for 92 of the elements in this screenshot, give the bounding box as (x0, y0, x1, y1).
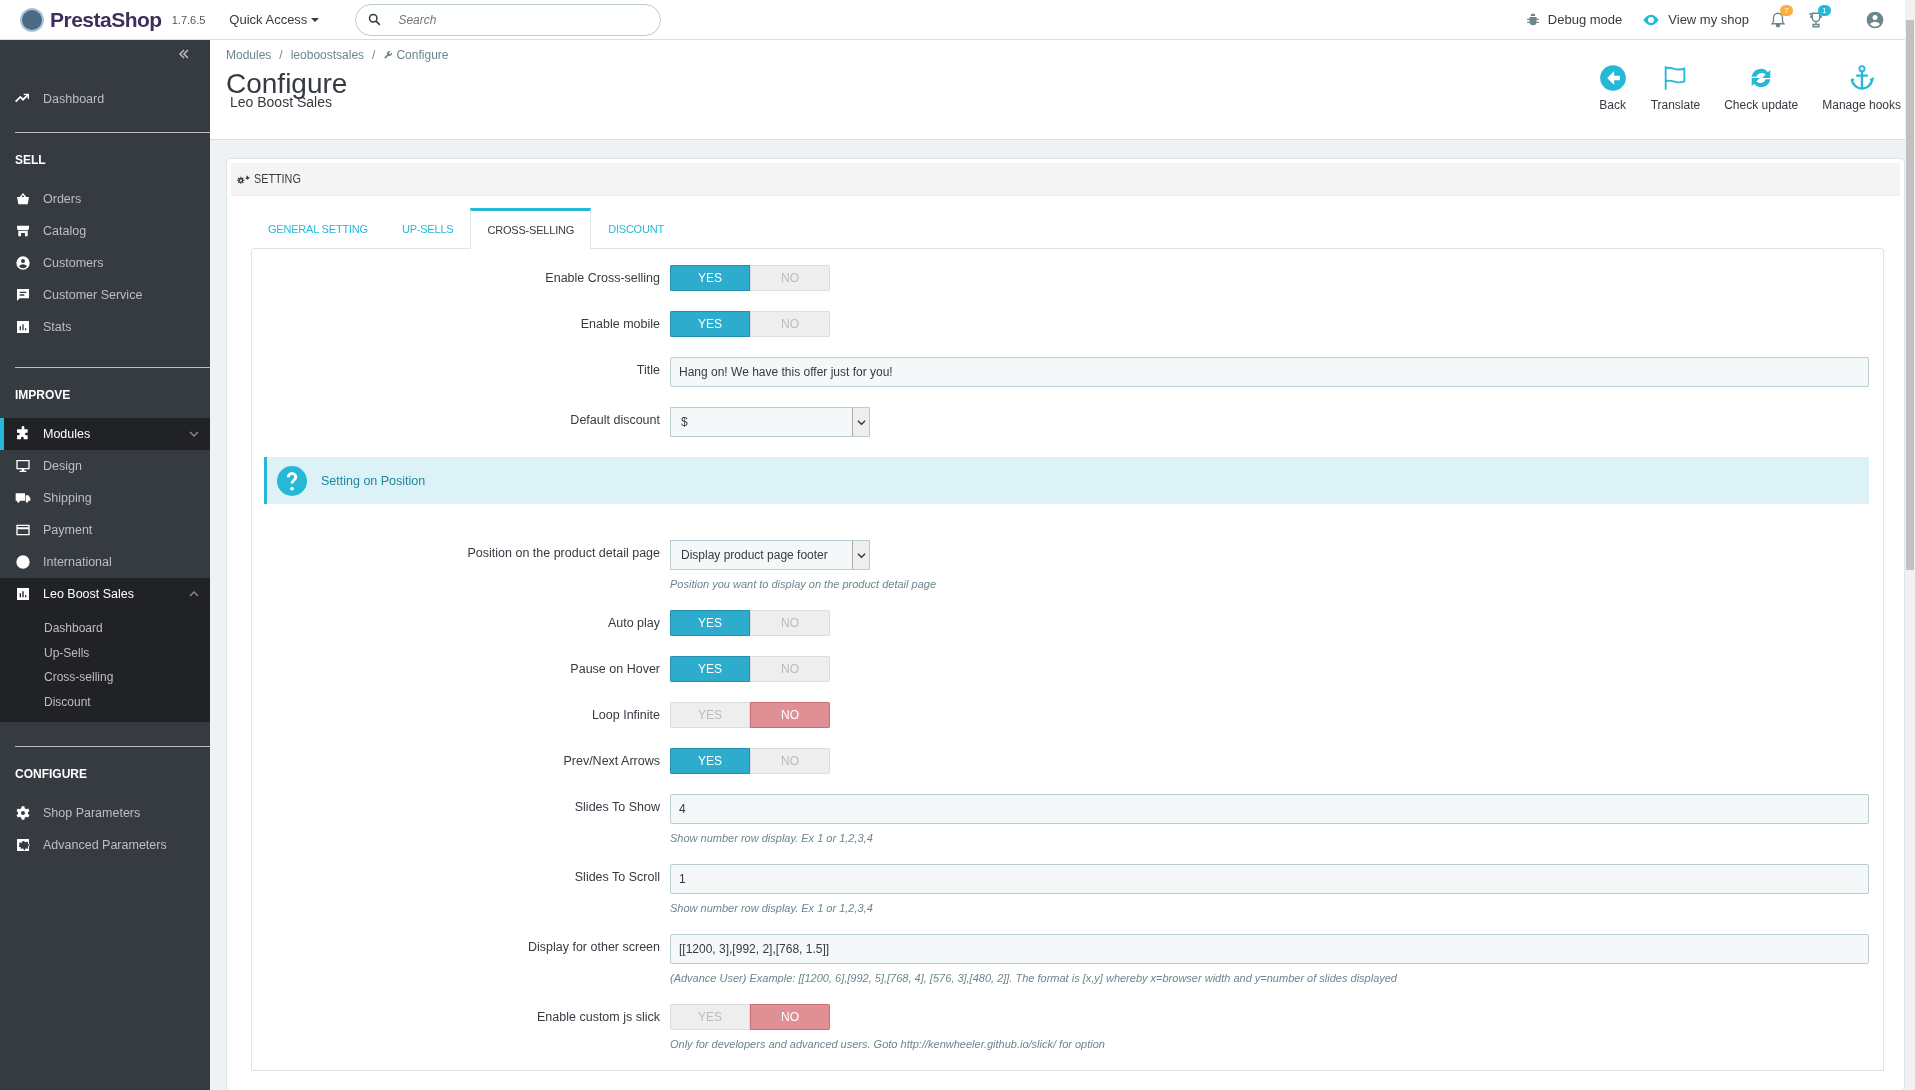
field-label: Position on the product detail page (466, 545, 660, 560)
sidebar-item[interactable]: Customers (0, 247, 210, 279)
toolbar-button[interactable]: Back (1594, 64, 1631, 139)
caret-icon (311, 15, 320, 24)
back-icon (1598, 64, 1627, 92)
field-label: Pause on Hover (569, 661, 660, 676)
credit-card-icon (15, 522, 31, 538)
caret-icon (856, 550, 866, 560)
text-field[interactable]: [[1200, 3],[992, 2],[768, 1.5]] (670, 934, 1869, 964)
field-label: Auto play (606, 615, 660, 630)
help-text: Position you want to display on the product detail page (670, 578, 937, 590)
quick-access-dropdown[interactable]: Quick Access (223, 11, 326, 28)
sidebar-item[interactable]: Shop Parameters (0, 797, 210, 829)
sidebar-item[interactable]: Shipping (0, 482, 210, 514)
version-text: 1.7.6.5 (171, 13, 206, 26)
help-text: (Advance User) Example: [[1200, 6],[992, 5],[768, 4], [576, 3],[480, 2]]. The format is [x,y] whereby x=browser width and y=number of slides displayed (670, 972, 1398, 984)
search-icon (367, 11, 383, 27)
tab[interactable]: CROSS-SELLING (470, 208, 592, 249)
sidebar-item[interactable]: Dashboard (0, 83, 210, 115)
breadcrumb-separator: / (372, 48, 376, 62)
chevron-icon (188, 428, 200, 440)
field-label: Title (635, 362, 660, 377)
field-label: Enable mobile (579, 316, 660, 331)
toolbar-button[interactable]: Translate (1646, 64, 1705, 139)
bar-chart-icon (15, 586, 31, 602)
sidebar-item[interactable]: Modules (0, 418, 210, 450)
help-text: Only for developers and advanced users. Goto http://kenwheeler.github.io/slick/ for option (670, 1038, 1106, 1050)
settings-icon (15, 805, 31, 821)
text-field[interactable]: 4 (670, 794, 1869, 824)
breadcrumb-link[interactable]: leoboostsales (290, 48, 365, 62)
sidebar-item[interactable]: Advanced Parameters (0, 829, 210, 861)
toolbar-button[interactable]: Manage hooks (1818, 64, 1905, 139)
section-heading: CONFIGURE (14, 766, 88, 783)
basket-icon (15, 191, 31, 207)
sidebar-item[interactable]: International (0, 546, 210, 578)
breadcrumb-link[interactable]: Modules (226, 48, 272, 62)
breadcrumb-separator: / (279, 48, 283, 62)
field-label: Prev/Next Arrows (562, 753, 660, 768)
puzzle-piece-icon (15, 426, 31, 442)
search-field[interactable]: Search (355, 3, 662, 36)
sidebar-subitem[interactable]: Up-Sells (0, 640, 210, 665)
scrollbar-thumb[interactable] (1906, 20, 1914, 570)
field-label: Loop Infinite (590, 707, 660, 722)
sidebar-item[interactable]: Customer Service (0, 279, 210, 311)
panel-heading: SETTING (231, 163, 1900, 196)
text-field[interactable]: 1 (670, 864, 1869, 894)
toolbar-button[interactable]: Check update (1720, 64, 1803, 139)
truck-icon (15, 490, 31, 506)
bell-icon (1769, 10, 1787, 29)
field-label: Enable Cross-selling (544, 270, 660, 285)
logo-text: PrestaShop (50, 7, 162, 32)
help-text: Show number row display. Ex 1 or 1,2,3,4 (670, 902, 874, 914)
help-text: Show number row display. Ex 1 or 1,2,3,4 (670, 832, 874, 844)
caret-icon (856, 417, 866, 427)
chat-bubble-icon (15, 287, 31, 303)
wrench-icon (383, 50, 394, 60)
section-heading: SELL (14, 152, 47, 169)
anchor-icon (1847, 64, 1876, 92)
sidebar-item[interactable]: Design (0, 450, 210, 482)
sidebar-item[interactable]: Orders (0, 183, 210, 215)
text-field[interactable]: Hang on! We have this offer just for you! (670, 357, 1869, 387)
monitor-icon (15, 458, 31, 474)
store-icon (15, 223, 31, 239)
alert-text: Setting on Position (321, 473, 426, 488)
user-avatar-icon (1865, 9, 1885, 30)
settings-icon (15, 837, 31, 853)
question-circle-icon (277, 465, 307, 496)
trophy-icon (1807, 10, 1825, 29)
sidebar-subitem[interactable]: Discount (0, 689, 210, 714)
bug-icon (1525, 12, 1540, 27)
field-label: Display for other screen (527, 939, 660, 954)
field-label: Slides To Show (573, 799, 660, 814)
field-label: Enable custom js slick (536, 1009, 660, 1024)
debug-mode-link[interactable]: Debug mode (1525, 12, 1623, 27)
breadcrumb-current: Configure (396, 48, 449, 62)
field-label: Default discount (569, 412, 660, 427)
field-label: Slides To Scroll (573, 869, 660, 884)
select-dropdown[interactable]: $ (670, 407, 870, 437)
notification-badge: 7 (1780, 4, 1793, 16)
sidebar-item[interactable]: Catalog (0, 215, 210, 247)
sidebar-item[interactable]: Leo Boost Sales (0, 578, 210, 610)
logo-icon (20, 7, 44, 32)
sidebar-subitem[interactable]: Dashboard (0, 616, 210, 641)
sidebar-item[interactable]: Stats (0, 311, 210, 343)
bar-chart-icon (15, 319, 31, 335)
view-shop-link[interactable]: View my shop (1642, 10, 1749, 29)
sidebar-subitem[interactable]: Cross-selling (0, 665, 210, 690)
count-badge: 1 (1818, 4, 1831, 16)
sidebar-item[interactable]: Payment (0, 514, 210, 546)
section-heading: IMPROVE (14, 387, 72, 404)
select-dropdown[interactable]: Display product page footer (670, 540, 870, 570)
collapse-icon[interactable] (178, 48, 190, 60)
